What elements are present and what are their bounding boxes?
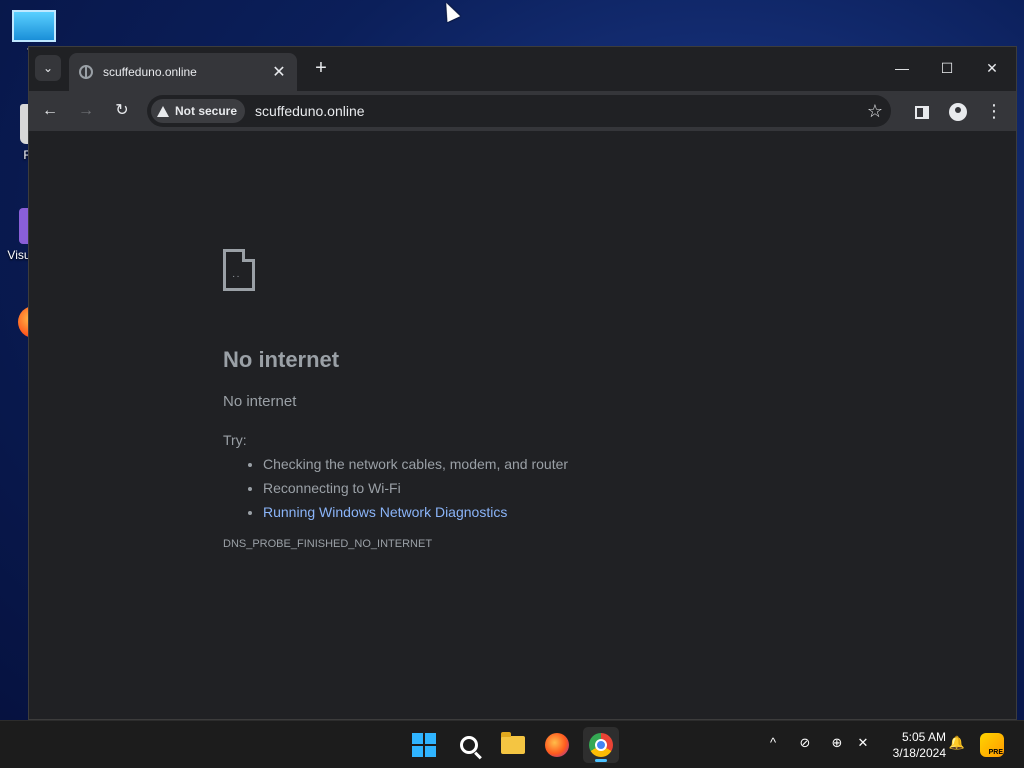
suggestion-item: Reconnecting to Wi-Fi (263, 476, 783, 500)
browser-window: ⌄ scuffeduno.online ✕ + — ☐ ✕ ← → ↻ Not … (28, 46, 1017, 720)
browser-menu-button[interactable]: ⋮ (980, 97, 1008, 125)
volume-muted-icon[interactable]: ✕ (852, 735, 874, 751)
copilot-preview-badge: PRE (988, 749, 1003, 756)
search-icon (460, 736, 478, 754)
error-container: ·​· No internet No internet Try: Checkin… (223, 249, 783, 550)
url-text[interactable]: scuffeduno.online (255, 103, 859, 119)
address-bar[interactable]: Not secure scuffeduno.online ☆ (147, 95, 891, 127)
start-button[interactable] (406, 727, 442, 763)
browser-toolbar: ← → ↻ Not secure scuffeduno.online ☆ ⋮ (29, 91, 1016, 131)
taskbar: ^ ⊘ ⊕ ✕ 5:05 AM 3/18/2024 🔔 PRE (0, 720, 1024, 768)
suggestion-list: Checking the network cables, modem, and … (263, 452, 783, 524)
security-chip[interactable]: Not secure (151, 99, 246, 123)
clock-date: 3/18/2024 (892, 746, 946, 760)
side-panel-icon (915, 105, 929, 119)
chrome-icon (589, 733, 613, 757)
monitor-icon (12, 10, 56, 42)
windows-logo-icon (412, 733, 436, 757)
warning-icon (157, 105, 169, 117)
folder-icon (501, 732, 525, 754)
security-chip-label: Not secure (175, 104, 238, 118)
side-panel-button[interactable] (908, 97, 936, 125)
back-button[interactable]: ← (36, 97, 64, 125)
sad-document-icon: ·​· (223, 249, 255, 291)
network-diagnostics-link[interactable]: Running Windows Network Diagnostics (263, 504, 507, 520)
suggestion-item: Checking the network cables, modem, and … (263, 452, 783, 476)
maximize-button[interactable]: ☐ (924, 55, 970, 81)
error-code: DNS_PROBE_FINISHED_NO_INTERNET (223, 538, 433, 550)
tray-overflow-chevron-icon[interactable]: ^ (762, 735, 784, 750)
new-tab-button[interactable]: + (309, 57, 333, 81)
error-subtitle: No internet (223, 393, 297, 410)
system-clock[interactable]: 5:05 AM 3/18/2024 (880, 729, 946, 761)
forward-button[interactable]: → (72, 97, 100, 125)
page-content: ·​· No internet No internet Try: Checkin… (29, 131, 1016, 719)
globe-icon (79, 65, 93, 79)
error-title: No internet (223, 347, 340, 372)
minimize-button[interactable]: — (879, 55, 925, 81)
notification-bell-icon[interactable]: 🔔 (946, 735, 968, 751)
tab-title: scuffeduno.online (103, 65, 197, 79)
taskbar-firefox[interactable] (539, 727, 575, 763)
language-globe-icon[interactable]: ⊕ (826, 735, 848, 751)
tab-search-button[interactable]: ⌄ (35, 55, 61, 81)
close-window-button[interactable]: ✕ (969, 55, 1015, 81)
tab-close-button[interactable]: ✕ (271, 62, 287, 82)
try-label: Try: (223, 432, 247, 448)
reload-button[interactable]: ↻ (108, 97, 136, 125)
firefox-icon (545, 733, 569, 757)
profile-icon (949, 103, 967, 122)
profile-button[interactable] (944, 97, 972, 125)
chevron-down-icon: ⌄ (42, 61, 54, 75)
bookmark-star-icon[interactable]: ☆ (859, 101, 891, 122)
tab-active[interactable]: scuffeduno.online ✕ (69, 53, 297, 91)
taskbar-search-button[interactable] (451, 727, 487, 763)
onedrive-offline-icon[interactable]: ⊘ (794, 735, 816, 751)
taskbar-chrome[interactable] (583, 727, 619, 763)
mouse-cursor-icon (439, 0, 461, 23)
clock-time: 5:05 AM (901, 730, 946, 744)
tab-strip: ⌄ scuffeduno.online ✕ + — ☐ ✕ (29, 47, 1016, 91)
copilot-preview-icon[interactable]: PRE (980, 733, 1004, 757)
taskbar-file-explorer[interactable] (495, 727, 531, 763)
suggestion-item: Running Windows Network Diagnostics (263, 500, 783, 524)
